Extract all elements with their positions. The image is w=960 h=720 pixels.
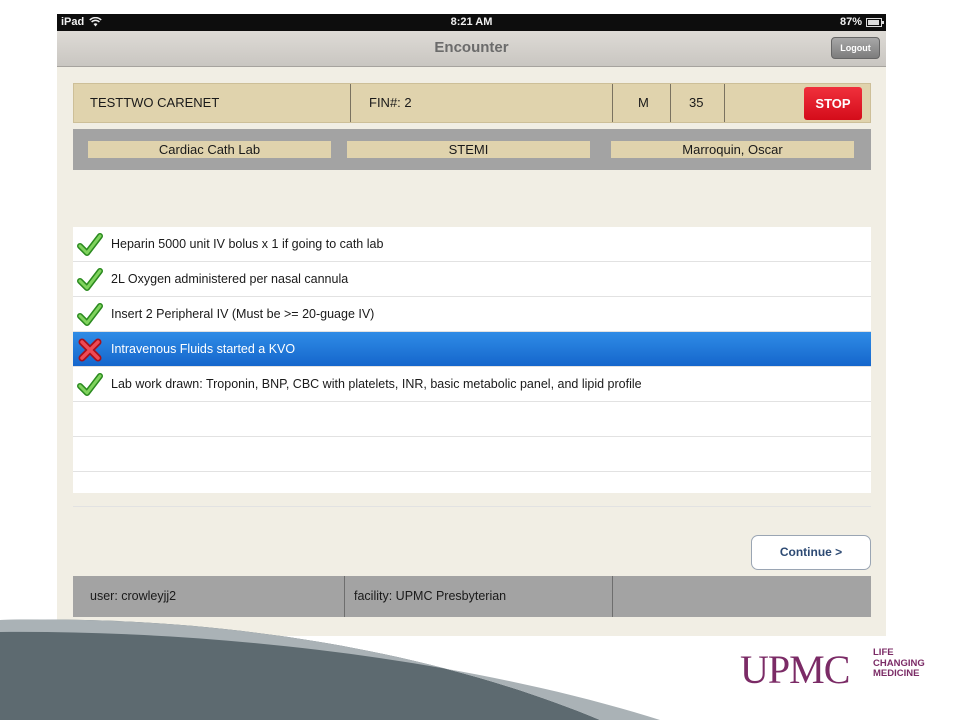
task-row[interactable]: Lab work drawn: Troponin, BNP, CBC with … [73, 367, 871, 402]
check-icon[interactable] [77, 232, 103, 258]
logout-button[interactable]: Logout [831, 37, 880, 59]
continue-button[interactable]: Continue > [751, 535, 871, 570]
clock: 8:21 AM [450, 16, 493, 28]
status-bar: iPad 8:21 AM 87% [57, 14, 886, 31]
divider [724, 84, 725, 122]
task-row[interactable]: 2L Oxygen administered per nasal cannula [73, 262, 871, 297]
tagline-line: MEDICINE [873, 668, 920, 679]
logo-wordmark: UPMC [740, 647, 850, 692]
patient-age: 35 [689, 95, 704, 110]
physician-field: Marroquin, Oscar [611, 141, 854, 158]
patient-header: TESTTWO CARENET FIN#: 2 M 35 STOP [73, 83, 871, 123]
fin-number: FIN#: 2 [369, 95, 412, 110]
divider [612, 84, 613, 122]
stop-button[interactable]: STOP [804, 87, 862, 120]
patient-name: TESTTWO CARENET [90, 95, 220, 110]
x-icon[interactable] [77, 337, 103, 363]
nav-bar: Encounter Logout [57, 31, 886, 67]
patient-sex: M [638, 95, 649, 110]
protocol-field: STEMI [347, 141, 590, 158]
empty-task-row [73, 472, 871, 507]
page-title: Encounter [434, 39, 509, 56]
divider [350, 84, 351, 122]
check-icon[interactable] [77, 302, 103, 328]
upmc-logo: UPMC LIFE CHANGING MEDICINE [740, 647, 940, 692]
empty-task-row [73, 437, 871, 472]
task-row[interactable]: Intravenous Fluids started a KVO [73, 332, 871, 367]
task-label: Insert 2 Peripheral IV (Must be >= 20-gu… [111, 307, 375, 321]
check-icon[interactable] [77, 267, 103, 293]
tagline-line: LIFE [873, 647, 894, 658]
context-bar: Cardiac Cath Lab STEMI Marroquin, Oscar [73, 129, 871, 170]
ipad-screen: iPad 8:21 AM 87% Encounter Logout TESTTW… [57, 14, 886, 636]
task-label: Heparin 5000 unit IV bolus x 1 if going … [111, 237, 384, 251]
task-row[interactable]: Insert 2 Peripheral IV (Must be >= 20-gu… [73, 297, 871, 332]
task-label: 2L Oxygen administered per nasal cannula [111, 272, 349, 286]
logo-tagline: LIFE CHANGING MEDICINE [873, 647, 925, 680]
divider [670, 84, 671, 122]
task-list: Heparin 5000 unit IV bolus x 1 if going … [73, 227, 871, 507]
location-field: Cardiac Cath Lab [88, 141, 331, 158]
task-label: Lab work drawn: Troponin, BNP, CBC with … [111, 377, 642, 391]
empty-task-row [73, 402, 871, 437]
task-label: Intravenous Fluids started a KVO [111, 342, 296, 356]
battery-percent: 87% [839, 16, 862, 28]
task-row[interactable]: Heparin 5000 unit IV bolus x 1 if going … [73, 227, 871, 262]
battery-icon [866, 17, 884, 27]
check-icon[interactable] [77, 372, 103, 398]
